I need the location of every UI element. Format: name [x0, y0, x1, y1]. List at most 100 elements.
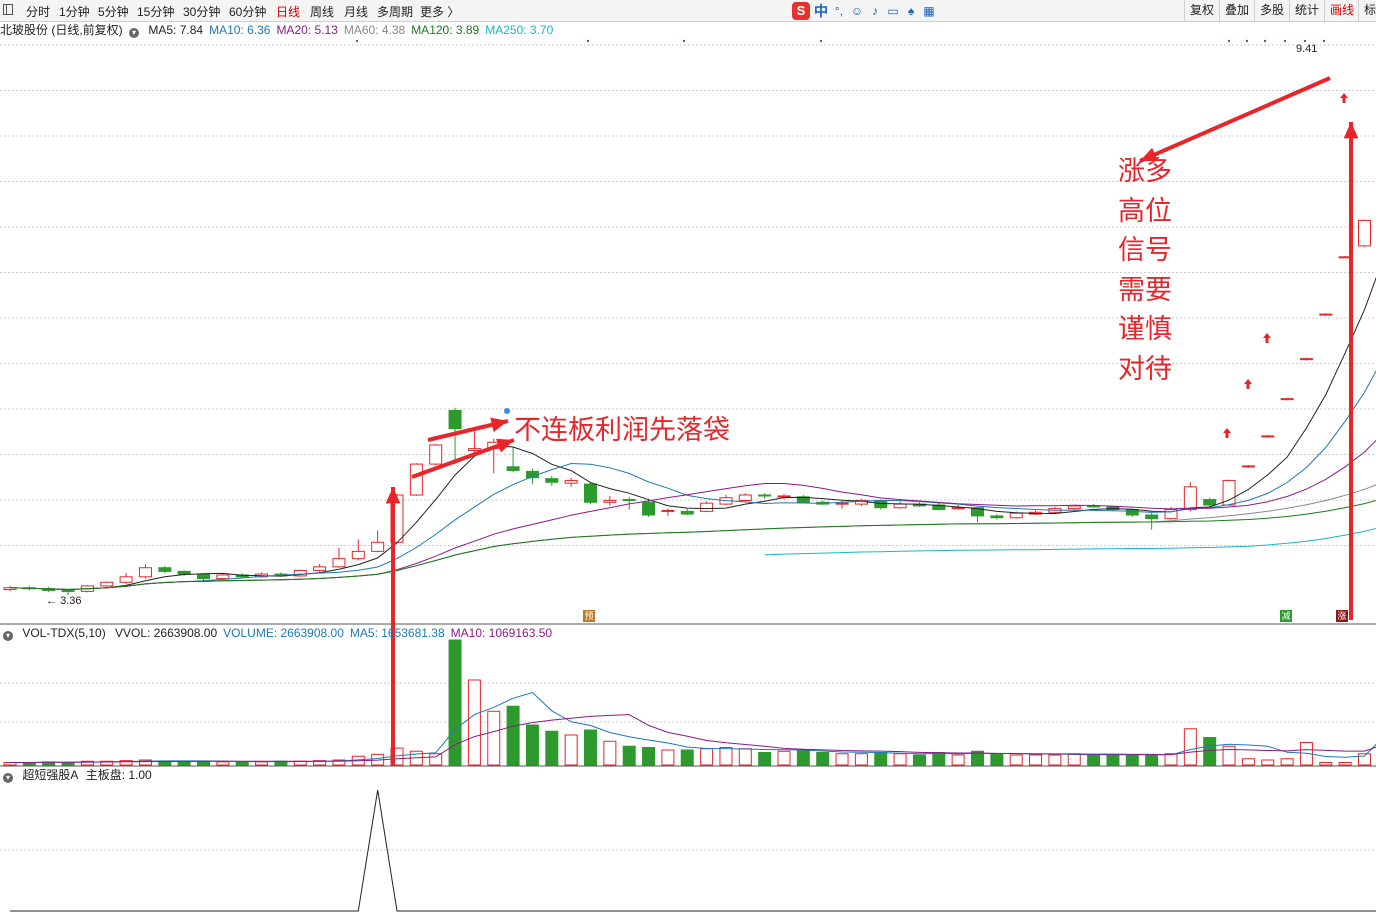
candle-body [1067, 505, 1081, 510]
candle-body [661, 509, 675, 512]
candle-body [61, 589, 75, 592]
volume-bar [1029, 754, 1043, 766]
candle-body [835, 502, 849, 505]
annotation-line-0: 涨多 [1118, 156, 1172, 187]
volume-bar [216, 761, 230, 766]
volume-bar [758, 752, 772, 766]
candle-body [1319, 313, 1333, 316]
candle-body [429, 444, 443, 465]
volume-bar [1125, 754, 1139, 766]
signal-line [10, 789, 1376, 912]
candle-body [584, 483, 597, 503]
candle-body [313, 566, 327, 571]
vol-legend-2: MA5: 1653681.38 [349, 626, 445, 640]
candle-body [158, 567, 172, 572]
vol-legend-0: VVOL: 2663908.00 [115, 626, 218, 640]
volume-bar [1241, 758, 1255, 766]
vol-legend-1: VOLUME: 2663908.00 [223, 626, 344, 640]
volume-bar [951, 754, 965, 766]
volume-bar [874, 752, 888, 766]
volume-bar [990, 753, 1004, 766]
jian-event-mark[interactable]: 减 [1280, 610, 1292, 622]
volume-bar [235, 761, 249, 766]
candle-body [680, 510, 694, 515]
indicator-legend: ▾ 超短强股A 主板盘: 1.00 [0, 767, 158, 783]
candle-body [564, 479, 578, 484]
low-price-label: ← 3.36 [46, 595, 82, 607]
volume-bar [584, 729, 597, 766]
marker-dot [1246, 40, 1248, 42]
annotation-line-2: 信号 [1118, 235, 1172, 266]
marker-dot [1264, 40, 1266, 42]
vol-legend-3: MA10: 1069163.50 [450, 626, 553, 640]
up-marker [1263, 333, 1271, 338]
volume-bar [661, 749, 675, 766]
candle-body [1183, 486, 1197, 511]
volume-bar [932, 752, 946, 766]
volume-bar [1319, 762, 1333, 766]
candle-body [545, 478, 559, 483]
volume-bar [525, 724, 539, 766]
mid-annotation: 不连板利润先落袋 [514, 415, 730, 446]
volume-bar [487, 710, 501, 766]
up-marker-stem [1246, 384, 1250, 389]
candle-body [700, 502, 714, 512]
marker-dot [820, 40, 822, 42]
volume-bar [1183, 728, 1197, 766]
volume-bar [506, 705, 520, 766]
vol-settings-icon[interactable]: ▾ [3, 631, 13, 641]
yu-event-mark[interactable]: 预 [583, 610, 595, 622]
volume-bar [816, 752, 830, 766]
marker-dot [683, 40, 685, 42]
annotation-line-5: 对待 [1118, 353, 1172, 385]
annotation-line-4: 谨慎 [1118, 314, 1172, 345]
volume-bar [545, 730, 559, 766]
volume-bar [622, 745, 636, 766]
candle-body [951, 507, 965, 510]
ind-settings-icon[interactable]: ▾ [3, 773, 13, 783]
candle-body [1358, 219, 1371, 247]
candle-body [603, 499, 617, 503]
zhang-event-mark[interactable]: 涨 [1336, 610, 1348, 622]
volume-bar [1338, 762, 1352, 766]
volume-bar [719, 747, 733, 766]
volume-bar [680, 749, 694, 766]
volume-bar [1261, 759, 1275, 766]
volume-bar [1164, 753, 1178, 766]
up-marker-stem [1342, 98, 1346, 103]
volume-bar [429, 753, 443, 766]
candle-body [738, 494, 752, 501]
candle-body [874, 499, 888, 509]
kline-chart[interactable] [0, 0, 1376, 913]
marker-dot [356, 40, 358, 42]
high-price-label: 9.41 [1296, 43, 1318, 55]
volume-bar [1048, 754, 1062, 766]
candle-body [1261, 435, 1275, 438]
candle-body [138, 567, 152, 578]
volume-bar [835, 753, 849, 766]
candle-body [371, 541, 385, 552]
arrow-to-text-1-head [496, 438, 514, 453]
volume-bar [603, 740, 617, 766]
candle-body [1145, 514, 1159, 520]
volume-bar [642, 747, 656, 766]
candle-body [1299, 358, 1313, 361]
annotation-line-3: 需要 [1118, 274, 1172, 306]
candle-body [1203, 499, 1217, 506]
candle-body [351, 550, 365, 560]
volume-bar [854, 753, 868, 766]
candle-body [642, 501, 656, 516]
volume-legend: ▾ VOL-TDX(5,10) VVOL: 2663908.00 VOLUME: … [0, 625, 564, 641]
candle-body [409, 463, 423, 496]
up-marker-stem [1225, 433, 1229, 438]
ma120-line [9, 499, 1376, 591]
candle-body [197, 573, 210, 580]
volume-bar [1087, 754, 1101, 766]
up-marker-stem [1265, 338, 1269, 343]
candle-body [1009, 512, 1023, 519]
right-annotation: 涨多 高位 信号 需要 谨慎 对待 [1118, 152, 1172, 389]
marker-dot [587, 40, 589, 42]
marker-dot [1323, 40, 1325, 42]
marker-dot [1304, 40, 1306, 42]
candle-body [990, 515, 1004, 519]
